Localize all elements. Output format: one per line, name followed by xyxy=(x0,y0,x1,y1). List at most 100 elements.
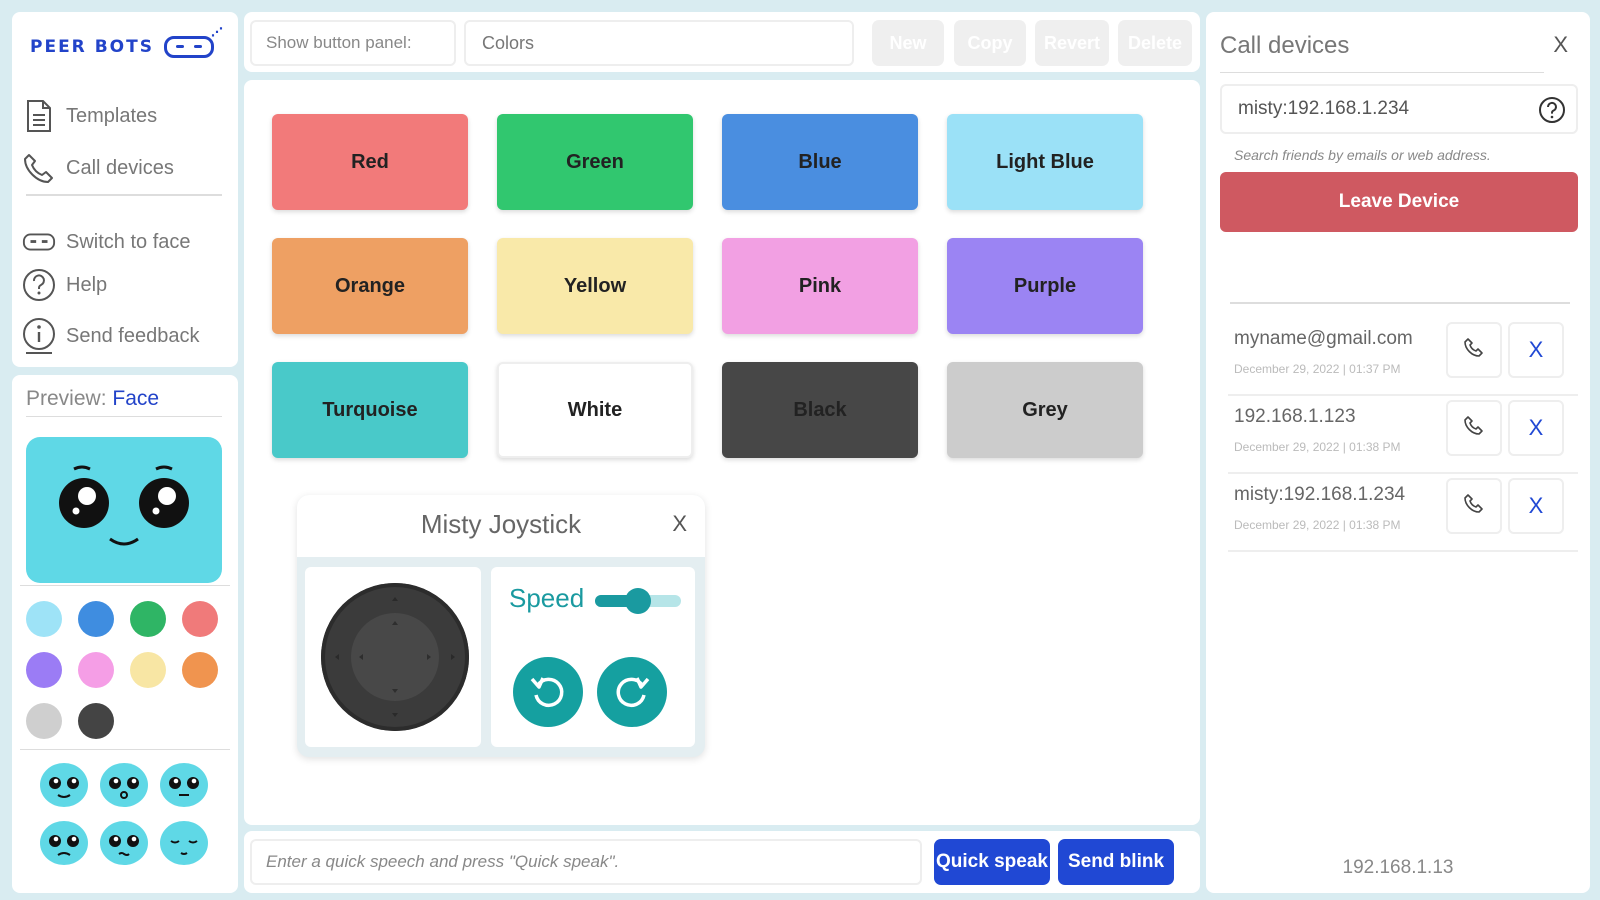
question-circle-icon[interactable] xyxy=(1538,96,1566,124)
send-blink-button[interactable]: Send blink xyxy=(1058,839,1174,885)
color-button-purple[interactable]: Purple xyxy=(947,238,1143,334)
color-button-green[interactable]: Green xyxy=(497,114,693,210)
speed-slider-handle[interactable] xyxy=(625,588,651,614)
new-button[interactable]: New xyxy=(872,20,944,66)
call-device-button[interactable] xyxy=(1446,322,1502,378)
device-name: myname@gmail.com xyxy=(1234,328,1413,349)
divider xyxy=(20,749,230,750)
color-button-black[interactable]: Black xyxy=(722,362,918,458)
rotate-ccw-icon xyxy=(528,671,568,714)
device-search-input[interactable]: misty:192.168.1.234 xyxy=(1220,84,1578,134)
device-timestamp: December 29, 2022 | 01:37 PM xyxy=(1234,362,1401,376)
device-row: myname@gmail.com December 29, 2022 | 01:3… xyxy=(1228,318,1578,396)
divider xyxy=(1220,72,1544,73)
preview-mode-link[interactable]: Face xyxy=(112,387,159,410)
face-preview-panel: Preview: Face xyxy=(12,375,238,893)
question-circle-icon xyxy=(22,268,56,302)
robot-logo-icon: ⋰ xyxy=(163,25,223,58)
divider xyxy=(26,194,222,196)
color-button-orange[interactable]: Orange xyxy=(272,238,468,334)
face-color-swatch[interactable] xyxy=(78,601,114,637)
device-row: misty:192.168.1.234 December 29, 2022 | 0… xyxy=(1228,474,1578,552)
device-timestamp: December 29, 2022 | 01:38 PM xyxy=(1234,518,1401,532)
call-device-button[interactable] xyxy=(1446,400,1502,456)
color-button-red[interactable]: Red xyxy=(272,114,468,210)
call-device-button[interactable] xyxy=(1446,478,1502,534)
face-color-swatch[interactable] xyxy=(130,652,166,688)
local-ip-address: 192.168.1.13 xyxy=(1342,857,1454,878)
color-button-yellow[interactable]: Yellow xyxy=(497,238,693,334)
call-devices-panel: Call devices X misty:192.168.1.234 Searc… xyxy=(1206,12,1590,893)
joystick-close-button[interactable]: X xyxy=(672,511,687,537)
logo-text: PEER BOTS xyxy=(30,37,154,57)
switch-to-face-label: Switch to face xyxy=(66,230,191,253)
joystick-pad-panel xyxy=(305,567,481,747)
color-button-turquoise[interactable]: Turquoise xyxy=(272,362,468,458)
color-button-grey[interactable]: Grey xyxy=(947,362,1143,458)
help-button[interactable]: Help xyxy=(22,265,107,305)
face-expression-worried[interactable] xyxy=(100,821,148,865)
device-search-hint: Search friends by emails or web address. xyxy=(1234,147,1491,163)
copy-button[interactable]: Copy xyxy=(954,20,1026,66)
delete-button[interactable]: Delete xyxy=(1118,20,1192,66)
phone-icon xyxy=(1464,415,1484,441)
device-timestamp: December 29, 2022 | 01:38 PM xyxy=(1234,440,1401,454)
quick-speech-input[interactable]: Enter a quick speech and press "Quick sp… xyxy=(250,839,922,885)
color-button-blue[interactable]: Blue xyxy=(722,114,918,210)
button-panel-label: Show button panel: xyxy=(250,20,456,66)
info-circle-icon xyxy=(22,317,56,355)
phone-icon xyxy=(1464,337,1484,363)
nav-templates-label: Templates xyxy=(66,104,158,127)
face-expression-sad[interactable] xyxy=(40,821,88,865)
color-button-light-blue[interactable]: Light Blue xyxy=(947,114,1143,210)
remove-device-button[interactable]: X xyxy=(1508,478,1564,534)
nav-call-devices[interactable]: Call devices xyxy=(22,148,174,188)
document-icon xyxy=(22,99,56,133)
preview-label: Preview: Face xyxy=(26,387,159,411)
face-expression-happy[interactable] xyxy=(40,763,88,807)
face-color-swatch[interactable] xyxy=(78,652,114,688)
switch-to-face-button[interactable]: Switch to face xyxy=(22,222,191,262)
phone-icon xyxy=(22,152,56,184)
rotate-left-button[interactable] xyxy=(513,657,583,727)
divider xyxy=(26,416,222,417)
send-feedback-button[interactable]: Send feedback xyxy=(22,316,199,356)
revert-button[interactable]: Revert xyxy=(1035,20,1109,66)
joystick-pad[interactable] xyxy=(321,583,469,731)
face-expression-neutral[interactable] xyxy=(160,763,208,807)
rotate-cw-icon xyxy=(612,671,652,714)
divider xyxy=(20,585,230,586)
device-name: misty:192.168.1.234 xyxy=(1234,484,1406,505)
color-button-white[interactable]: White xyxy=(497,362,693,458)
face-color-swatch[interactable] xyxy=(78,703,114,739)
sidebar-nav: PEER BOTS ⋰ Templates Call devices Switc… xyxy=(12,12,238,367)
face-expression-surprised[interactable] xyxy=(100,763,148,807)
rotate-right-button[interactable] xyxy=(597,657,667,727)
button-panel: Red Green Blue Light Blue Orange Yellow Pink Pu… xyxy=(244,80,1200,825)
face-color-swatch[interactable] xyxy=(182,652,218,688)
logo: PEER BOTS ⋰ xyxy=(30,25,223,58)
face-expression-sleepy[interactable] xyxy=(160,821,208,865)
button-panel-toolbar: Show button panel: Colors New Copy Rever… xyxy=(244,12,1200,72)
face-color-swatch[interactable] xyxy=(26,601,62,637)
joystick-header[interactable]: Misty Joystick X xyxy=(297,495,705,557)
speed-slider[interactable] xyxy=(595,588,681,614)
remove-device-button[interactable]: X xyxy=(1508,322,1564,378)
face-color-swatch[interactable] xyxy=(182,601,218,637)
joystick-control-panel: Speed xyxy=(491,567,695,747)
joystick-title: Misty Joystick xyxy=(420,509,582,539)
phone-icon xyxy=(1464,493,1484,519)
color-button-pink[interactable]: Pink xyxy=(722,238,918,334)
face-color-swatch[interactable] xyxy=(26,703,62,739)
face-color-swatch[interactable] xyxy=(130,601,166,637)
face-color-swatch[interactable] xyxy=(26,652,62,688)
nav-templates[interactable]: Templates xyxy=(22,96,157,136)
face-preview xyxy=(26,437,222,583)
button-panel-select[interactable]: Colors xyxy=(464,20,854,66)
robot-face-icon xyxy=(22,232,56,252)
speed-label: Speed xyxy=(509,583,585,613)
call-devices-close-button[interactable]: X xyxy=(1553,32,1568,58)
remove-device-button[interactable]: X xyxy=(1508,400,1564,456)
quick-speak-button[interactable]: Quick speak xyxy=(934,839,1050,885)
leave-device-button[interactable]: Leave Device xyxy=(1220,172,1578,232)
